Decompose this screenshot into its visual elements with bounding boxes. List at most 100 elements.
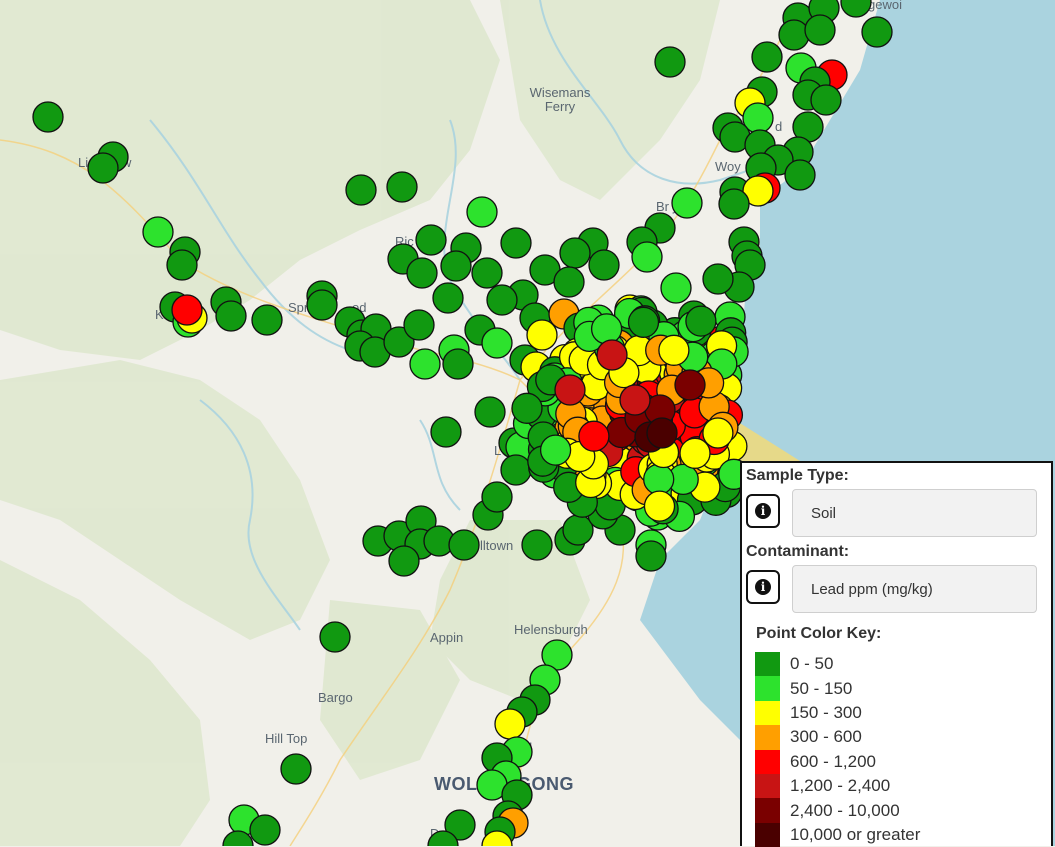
sample-point[interactable] — [654, 46, 686, 78]
color-key-item: 50 - 150 — [755, 676, 920, 701]
sample-point[interactable] — [432, 282, 464, 314]
color-swatch — [755, 700, 780, 726]
sample-point[interactable] — [388, 545, 420, 577]
sample-point[interactable] — [619, 384, 651, 416]
color-swatch — [755, 822, 780, 847]
sample-point[interactable] — [635, 540, 667, 572]
sample-type-info-button[interactable]: i — [746, 494, 780, 528]
sample-point[interactable] — [494, 708, 526, 740]
sample-point[interactable] — [861, 16, 893, 48]
sample-point[interactable] — [32, 101, 64, 133]
color-swatch — [755, 676, 780, 701]
legend-panel: Sample Type: i Soil Contaminant: i Lead … — [740, 461, 1053, 847]
sample-point[interactable] — [500, 454, 532, 486]
color-key-label: 1,200 - 2,400 — [790, 776, 891, 796]
place-label: Li — [78, 155, 88, 170]
color-key-title: Point Color Key: — [756, 625, 882, 642]
sample-point[interactable] — [406, 257, 438, 289]
sample-point[interactable] — [306, 289, 338, 321]
sample-point[interactable] — [671, 187, 703, 219]
sample-point[interactable] — [87, 152, 119, 184]
sample-point[interactable] — [466, 196, 498, 228]
sample-point[interactable] — [627, 306, 660, 338]
sample-point[interactable] — [539, 434, 572, 466]
info-icon: i — [755, 579, 771, 595]
sample-point[interactable] — [631, 241, 663, 273]
sample-point[interactable] — [778, 19, 810, 51]
sample-point[interactable] — [171, 294, 203, 326]
info-icon: i — [755, 503, 771, 519]
place-label: Wisemans — [530, 85, 591, 100]
color-key-label: 600 - 1,200 — [790, 751, 877, 771]
sample-point[interactable] — [553, 266, 585, 298]
sample-point[interactable] — [215, 300, 247, 332]
sample-point[interactable] — [409, 348, 441, 380]
place-label: gewoi — [868, 0, 902, 12]
sample-point[interactable] — [685, 305, 717, 337]
color-key-label: 150 - 300 — [790, 702, 862, 722]
sample-point[interactable] — [679, 437, 711, 469]
contaminant-select[interactable]: Lead ppm (mg/kg) — [792, 565, 1037, 613]
sample-point[interactable] — [481, 327, 513, 359]
sample-type-label: Sample Type: — [746, 467, 849, 484]
place-label: Appin — [430, 630, 463, 645]
sample-point[interactable] — [430, 416, 462, 448]
sample-point[interactable] — [578, 420, 610, 452]
sample-point[interactable] — [521, 529, 553, 561]
sample-point[interactable] — [674, 369, 706, 401]
sample-point[interactable] — [784, 159, 816, 191]
sample-point[interactable] — [660, 272, 692, 304]
sample-point[interactable] — [590, 313, 623, 345]
sample-point[interactable] — [702, 417, 734, 449]
sample-point[interactable] — [596, 339, 628, 371]
color-key-label: 0 - 50 — [790, 654, 834, 674]
sample-point[interactable] — [415, 224, 447, 256]
sample-point[interactable] — [511, 392, 543, 424]
color-key-item: 2,400 - 10,000 — [755, 798, 920, 823]
place-label: Ferry — [545, 99, 576, 114]
sample-point[interactable] — [166, 249, 198, 281]
place-label: d — [775, 119, 782, 134]
sample-point[interactable] — [251, 304, 283, 336]
sample-point[interactable] — [403, 309, 435, 341]
sample-point[interactable] — [249, 814, 281, 846]
sample-point[interactable] — [142, 216, 174, 248]
color-key-item: 1,200 - 2,400 — [755, 773, 920, 799]
place-label: Woy — [715, 159, 741, 174]
sample-point[interactable] — [702, 263, 734, 295]
color-key-item: 600 - 1,200 — [755, 749, 920, 774]
sample-point[interactable] — [559, 237, 591, 269]
sample-type-select[interactable]: Soil — [792, 489, 1037, 537]
sample-point[interactable] — [643, 463, 675, 495]
color-swatch — [755, 798, 780, 823]
sample-point[interactable] — [319, 621, 351, 653]
sample-point[interactable] — [804, 14, 836, 46]
sample-point[interactable] — [751, 41, 783, 73]
sample-point[interactable] — [471, 257, 503, 289]
sample-point[interactable] — [658, 334, 690, 366]
sample-point[interactable] — [810, 84, 842, 116]
sample-point[interactable] — [588, 249, 620, 281]
sample-point[interactable] — [440, 250, 472, 282]
sample-point[interactable] — [643, 490, 676, 522]
sample-point[interactable] — [448, 529, 480, 561]
sample-point[interactable] — [481, 481, 513, 513]
sample-point[interactable] — [442, 348, 474, 380]
sample-point[interactable] — [554, 374, 586, 406]
place-label: Bargo — [318, 690, 353, 705]
sample-point[interactable] — [386, 171, 418, 203]
place-label: Br — [656, 199, 670, 214]
place-label: Hill Top — [265, 731, 307, 746]
sample-point[interactable] — [646, 417, 678, 449]
sample-point[interactable] — [718, 188, 750, 220]
sample-point[interactable] — [345, 174, 377, 206]
color-key-label: 300 - 600 — [790, 727, 862, 747]
color-key-label: 2,400 - 10,000 — [790, 800, 900, 820]
sample-point[interactable] — [526, 319, 558, 351]
sample-point[interactable] — [474, 396, 506, 428]
sample-point[interactable] — [486, 284, 518, 316]
contaminant-info-button[interactable]: i — [746, 570, 780, 604]
sample-point[interactable] — [280, 753, 312, 785]
sample-point[interactable] — [500, 227, 532, 259]
color-swatch — [755, 725, 780, 750]
